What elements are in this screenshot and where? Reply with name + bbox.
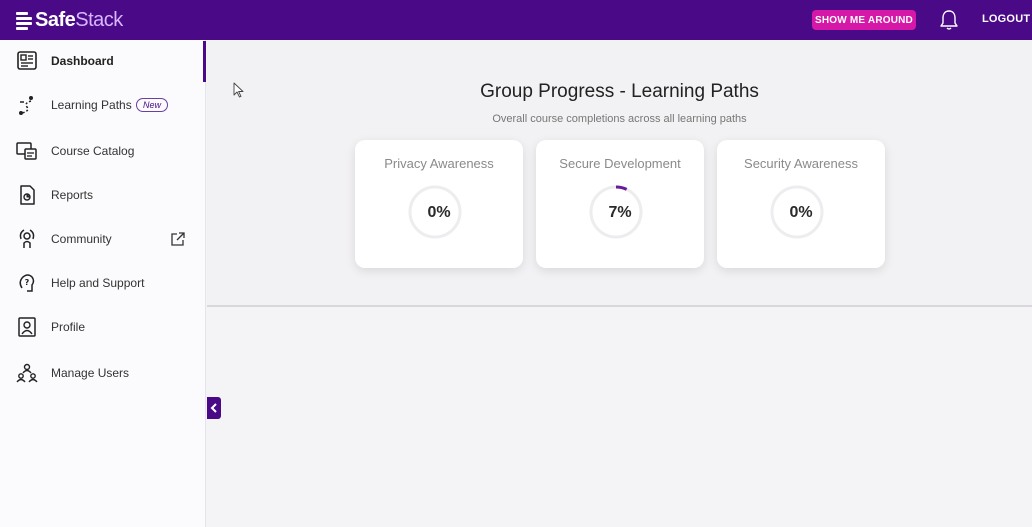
logo-text-stack: Stack [75, 8, 123, 31]
sidebar-item-manage-users[interactable]: Manage Users [0, 353, 206, 393]
sidebar-item-help-and-support[interactable]: ? Help and Support [0, 263, 206, 303]
sidebar-item-course-catalog[interactable]: Course Catalog [0, 131, 206, 171]
logo-text: SafeStack [35, 9, 123, 32]
sidebar-item-community[interactable]: Community [0, 219, 206, 259]
safestack-logo[interactable]: SafeStack [16, 7, 123, 33]
sidebar-item-label: Reports [51, 188, 94, 202]
sidebar: Dashboard Learning Paths New Course Cata… [0, 40, 206, 527]
community-icon [19, 229, 35, 248]
logout-button[interactable]: LOGOUT [982, 13, 1030, 25]
progress-card-security-awareness[interactable]: Security Awareness 0% [717, 140, 885, 268]
profile-icon [18, 317, 36, 337]
new-badge: New [136, 98, 169, 112]
sidebar-item-label: Dashboard [51, 54, 114, 68]
logo-text-safe: Safe [35, 8, 76, 31]
card-title: Security Awareness [744, 156, 858, 171]
active-indicator [203, 41, 206, 82]
page-title: Group Progress - Learning Paths [480, 81, 759, 102]
logo-icon [16, 11, 32, 30]
sidebar-item-reports[interactable]: Reports [0, 175, 206, 215]
card-title: Privacy Awareness [384, 156, 494, 171]
card-title: Secure Development [559, 156, 681, 171]
sidebar-item-label: Help and Support [51, 276, 145, 290]
sidebar-item-label: Profile [51, 320, 86, 334]
sidebar-item-label: Community [51, 232, 112, 246]
sidebar-item-learning-paths[interactable]: Learning Paths New [0, 85, 206, 125]
sidebar-item-label: Course Catalog [51, 144, 135, 158]
progress-percent: 0% [427, 204, 451, 221]
notification-bell-icon[interactable] [939, 9, 959, 31]
help-icon: ? [19, 274, 35, 292]
sidebar-item-label: Learning Paths [51, 98, 132, 112]
course-catalog-icon [16, 142, 37, 160]
learning-path-icon [19, 96, 33, 115]
mouse-cursor-icon [233, 82, 244, 98]
manage-users-icon [16, 363, 38, 383]
sidebar-item-profile[interactable]: Profile [0, 307, 206, 347]
progress-percent: 7% [608, 204, 632, 221]
sidebar-item-dashboard[interactable]: Dashboard [0, 41, 206, 82]
svg-text:?: ? [25, 278, 30, 287]
dashboard-icon [17, 51, 37, 70]
group-progress-panel: Group Progress - Learning Paths Overall … [207, 40, 1032, 307]
external-link-icon[interactable] [170, 231, 186, 247]
sidebar-item-label: Manage Users [51, 366, 130, 380]
progress-percent: 0% [789, 204, 813, 221]
main-content: Group Progress - Learning Paths Overall … [207, 40, 1032, 527]
show-me-around-button[interactable]: SHOW ME AROUND [812, 10, 916, 30]
progress-card-privacy-awareness[interactable]: Privacy Awareness 0% [355, 140, 523, 268]
progress-card-secure-development[interactable]: Secure Development 7% [536, 140, 704, 268]
top-bar: SafeStack SHOW ME AROUND LOGOUT [0, 0, 1032, 40]
reports-icon [20, 185, 35, 205]
page-subtitle: Overall course completions across all le… [492, 113, 747, 125]
